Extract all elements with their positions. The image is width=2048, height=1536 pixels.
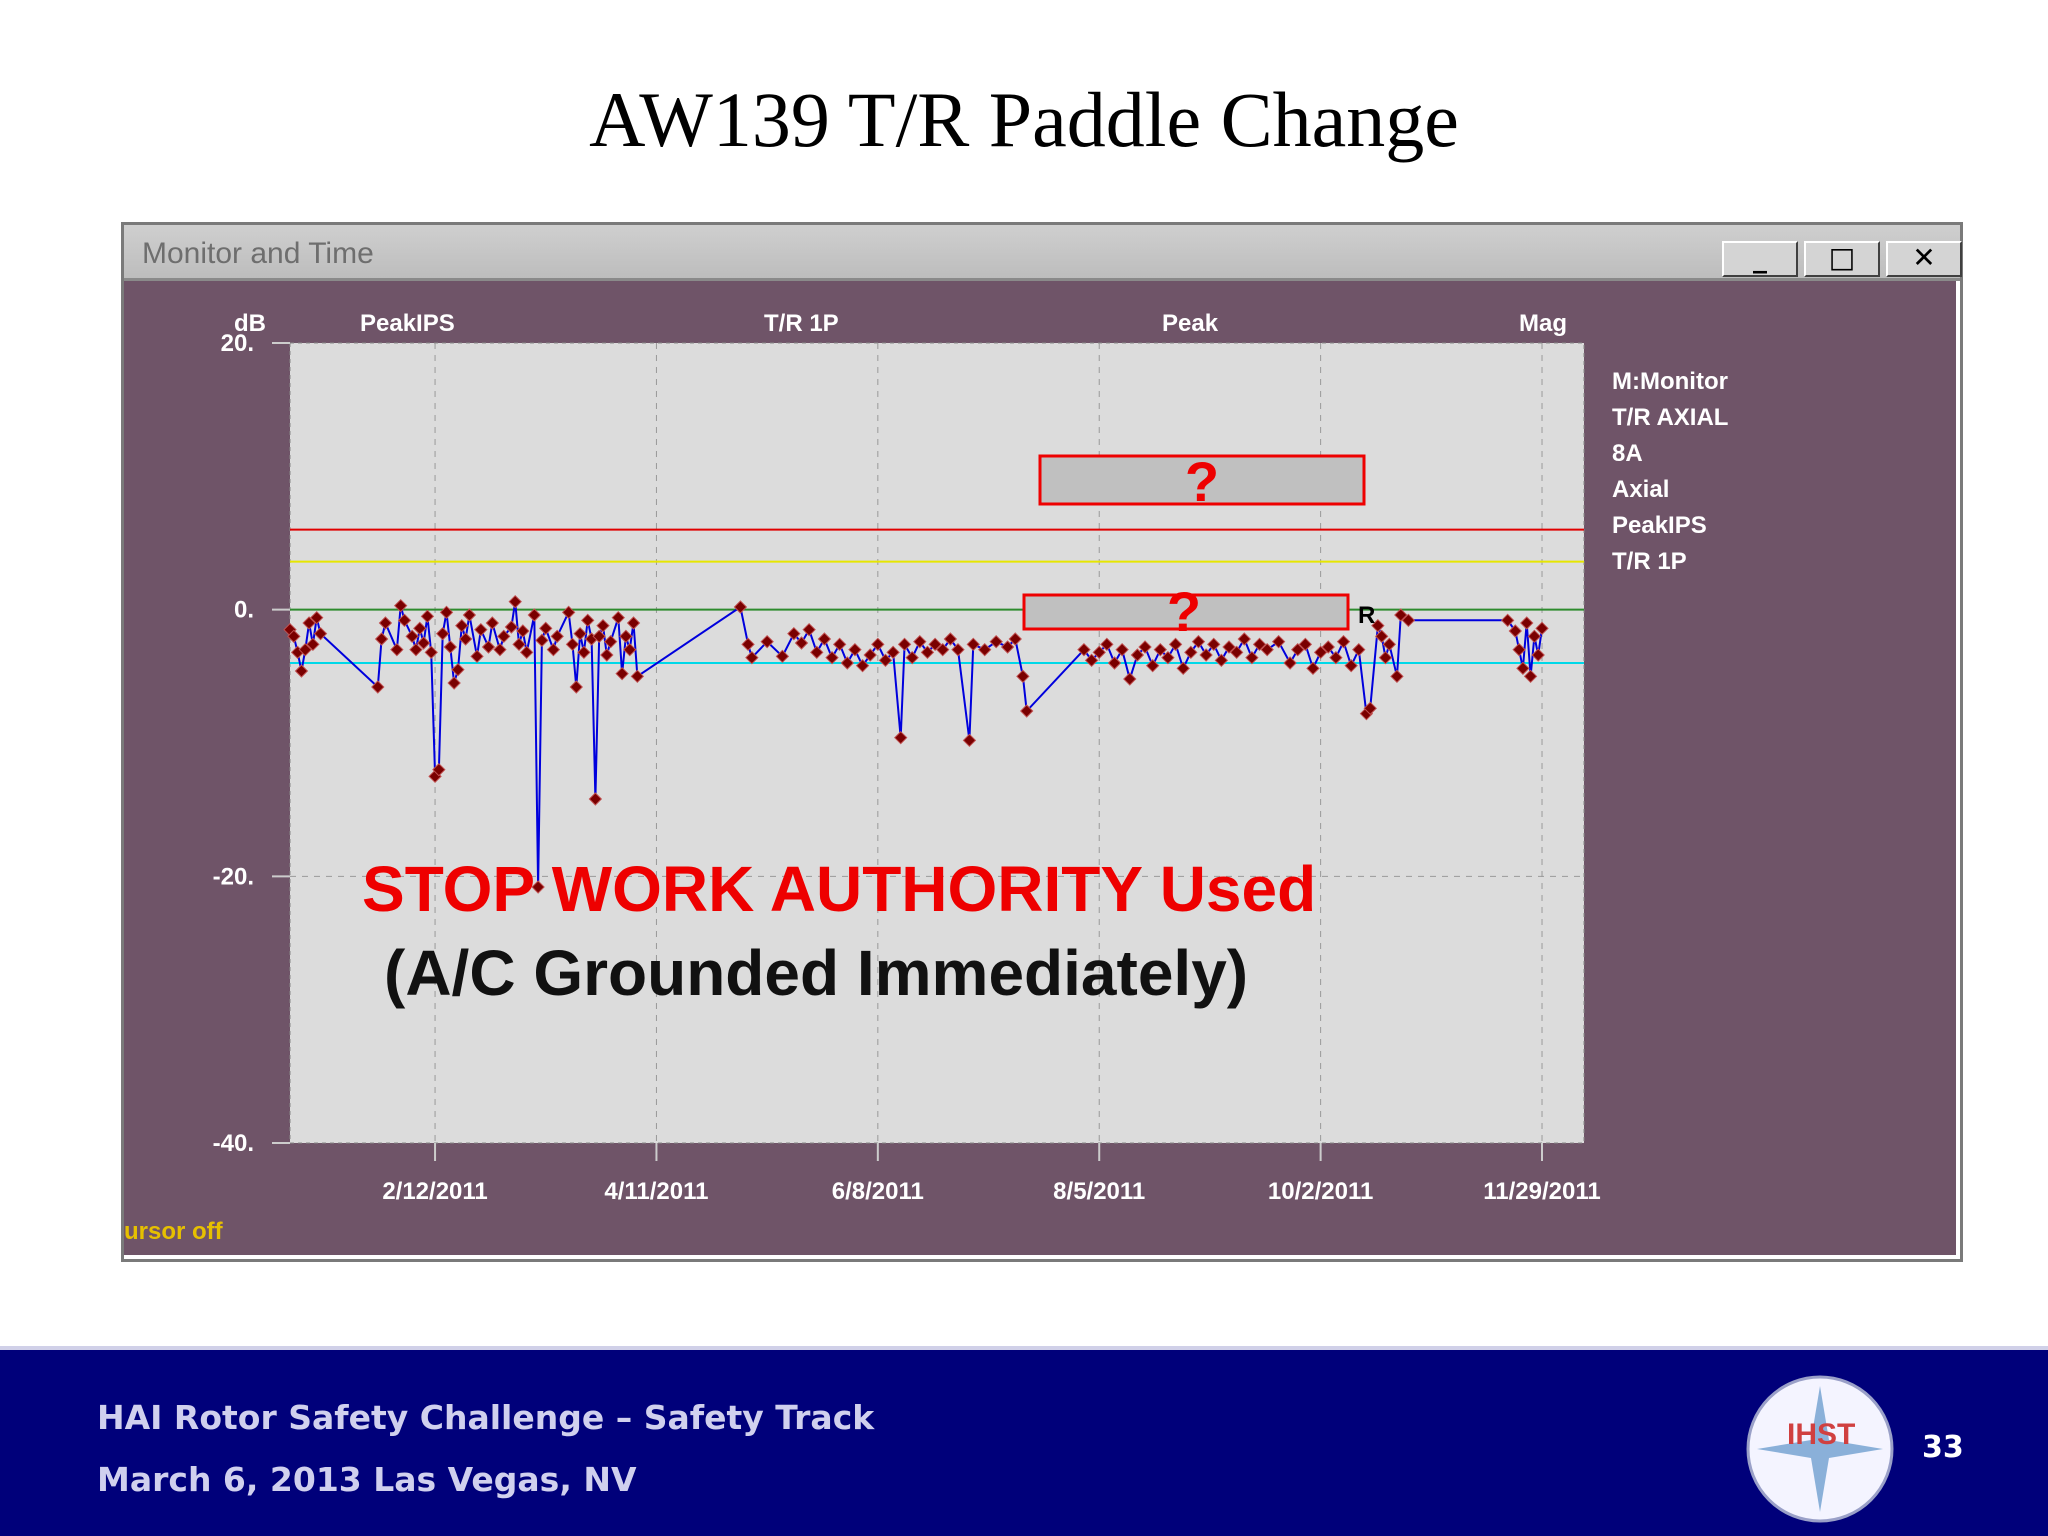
x-tick-label: 2/12/2011 xyxy=(382,1178,487,1205)
minimize-button[interactable]: _ xyxy=(1722,241,1798,277)
header-label-mag: Mag xyxy=(1519,310,1567,337)
legend: M:Monitor T/R AXIAL 8A Axial PeakIPS T/R… xyxy=(1612,368,1728,575)
window-titlebar[interactable]: Monitor and Time _ □ ✕ xyxy=(124,225,1962,281)
x-tick-label: 11/29/2011 xyxy=(1483,1178,1600,1205)
header-label-tr1p: T/R 1P xyxy=(764,310,839,337)
plot-frame: 20. 0. -20. -40. 2/12/2011 4/11/2011 6/8/2011… xyxy=(124,281,1960,1259)
footer-date-location: March 6, 2013 Las Vegas, NV xyxy=(97,1460,637,1499)
x-tick-label: 10/2/2011 xyxy=(1268,1178,1373,1205)
header-label-peak: Peak xyxy=(1162,310,1219,337)
header-label-peakips: PeakIPS xyxy=(360,310,455,337)
grounded-subline: (A/C Grounded Immediately) xyxy=(384,937,1248,1009)
close-button[interactable]: ✕ xyxy=(1886,241,1962,277)
x-tick-label: 4/11/2011 xyxy=(604,1178,708,1205)
r-marker-label: R xyxy=(1358,602,1375,629)
monitor-window: Monitor and Time _ □ ✕ 20. 0. -20. -40. 2/1… xyxy=(121,222,1963,1262)
legend-item: T/R 1P xyxy=(1612,548,1687,575)
page-number: 33 xyxy=(1922,1430,1964,1465)
y-axis-label: dB xyxy=(234,310,266,337)
footer-event: HAI Rotor Safety Challenge – Safety Trac… xyxy=(97,1398,875,1437)
window-title: Monitor and Time xyxy=(142,237,374,270)
slide-footer: HAI Rotor Safety Challenge – Safety Trac… xyxy=(0,1346,2048,1536)
legend-item: Axial xyxy=(1612,476,1669,503)
x-tick-label: 8/5/2011 xyxy=(1053,1178,1145,1205)
legend-item: 8A xyxy=(1612,440,1643,467)
xtick-layer: 2/12/2011 4/11/2011 6/8/2011 8/5/2011 10/2/2… xyxy=(382,1143,1601,1205)
y-tick-label: 0. xyxy=(234,597,254,624)
logo-wordmark: IHST xyxy=(1787,1418,1855,1451)
chart-canvas: 20.0.-20.-40. 2/12/2011 4/11/2011 6/8/2011… xyxy=(124,310,1728,1245)
callout-question-upper: ? xyxy=(1185,450,1219,513)
y-tick-label: -20. xyxy=(213,863,254,890)
slide-title: AW139 T/R Paddle Change xyxy=(589,76,1459,163)
y-tick-label: -40. xyxy=(213,1130,254,1157)
stop-work-headline: STOP WORK AUTHORITY Used xyxy=(362,853,1316,925)
x-tick-label: 6/8/2011 xyxy=(832,1178,924,1205)
legend-item: T/R AXIAL xyxy=(1612,404,1728,431)
legend-item: PeakIPS xyxy=(1612,512,1707,539)
callout-question-lower: ? xyxy=(1167,580,1201,643)
ihst-logo: IHST xyxy=(1746,1375,1894,1523)
ytick-layer: 20.0.-20.-40. xyxy=(213,330,290,1157)
legend-item: M:Monitor xyxy=(1612,368,1728,395)
plot-area xyxy=(289,342,1585,1144)
maximize-button[interactable]: □ xyxy=(1804,241,1880,277)
status-text: ursor off xyxy=(124,1218,224,1245)
